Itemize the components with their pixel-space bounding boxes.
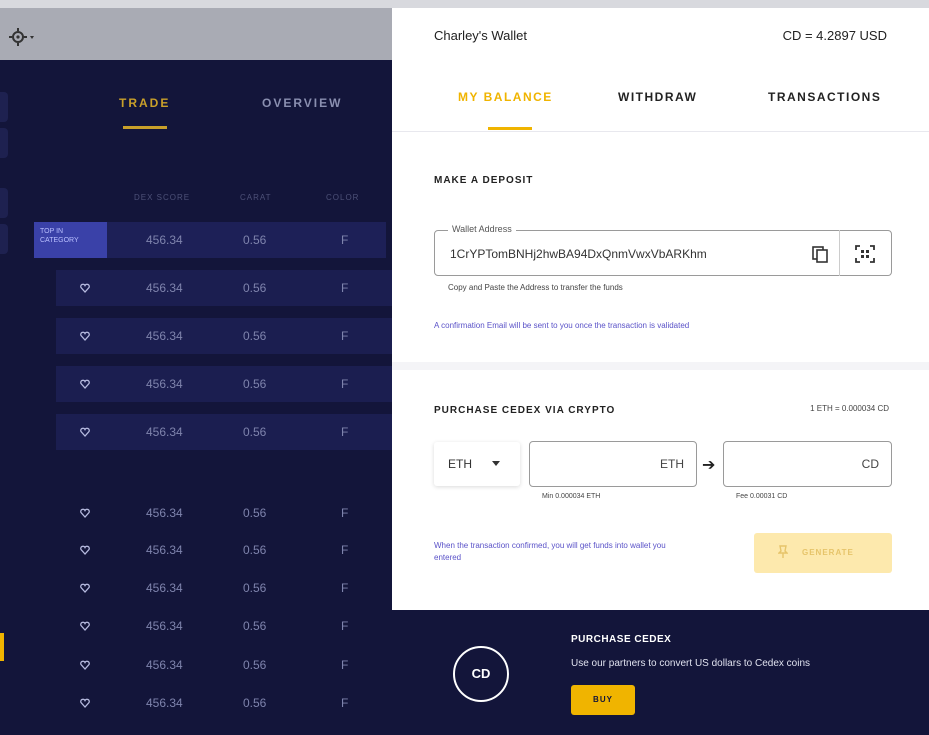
wallet-address-value[interactable]: 1CrYPTomBNHj2hwBA94DxQnmVwxVbARKhm [450,247,707,261]
dex-score-cell: 456.34 [146,696,183,710]
pin-icon [778,545,788,558]
currency-select[interactable]: ETH [434,442,520,486]
column-header-carat[interactable]: CARAT [240,193,272,202]
heart-icon[interactable] [80,283,90,293]
generate-label: GENERATE [802,548,854,557]
tab-overview[interactable]: OVERVIEW [262,96,342,110]
wallet-title: Charley's Wallet [434,28,528,43]
wallet-panel: Charley's Wallet CD = 4.2897 USD MY BALA… [392,8,929,610]
carat-cell: 0.56 [243,425,267,439]
gear-icon[interactable] [8,26,36,48]
heart-icon[interactable] [80,331,90,341]
cd-amount-input[interactable]: CD [723,441,892,487]
wallet-address-label: Wallet Address [448,224,516,234]
tab-transactions[interactable]: TRANSACTIONS [768,90,881,104]
color-cell: F [341,658,349,672]
carat-cell: 0.56 [243,281,267,295]
eth-unit-label: ETH [660,457,684,471]
qr-scan-icon[interactable] [854,244,876,264]
color-cell: F [341,619,349,633]
color-cell: F [341,233,349,247]
exchange-rate: CD = 4.2897 USD [782,28,887,43]
section-divider [392,362,929,370]
carat-cell: 0.56 [243,619,267,633]
column-header-dex-score[interactable]: DEX SCORE [134,193,190,202]
dex-score-cell: 456.34 [146,377,183,391]
side-tab-decoration [0,224,8,254]
cedex-logo: CD [453,646,509,702]
color-cell: F [341,377,349,391]
dex-score-cell: 456.34 [146,281,183,295]
tab-withdraw[interactable]: WITHDRAW [618,90,697,104]
carat-cell: 0.56 [243,658,267,672]
dex-score-cell: 456.34 [146,619,183,633]
color-cell: F [341,281,349,295]
field-divider [839,230,840,276]
email-notice: A confirmation Email will be sent to you… [434,321,690,330]
top-in-category-badge: TOP IN CATEGORY [34,222,107,258]
active-tab-indicator [488,127,532,130]
color-cell: F [341,329,349,343]
min-amount: Min 0.000034 ETH [542,493,601,500]
dex-score-cell: 456.34 [146,581,183,595]
dex-score-cell: 456.34 [146,658,183,672]
fee-amount: Fee 0.00031 CD [736,493,788,500]
carat-cell: 0.56 [243,233,267,247]
cd-unit-label: CD [861,457,879,471]
color-cell: F [341,696,349,710]
dex-score-cell: 456.34 [146,233,183,247]
color-cell: F [341,506,349,520]
eth-amount-input[interactable]: ETH [529,441,697,487]
confirmation-note: When the transaction confirmed, you will… [434,541,666,562]
color-cell: F [341,581,349,595]
promo-description: Use our partners to convert US dollars t… [571,658,810,669]
currency-select-value: ETH [448,457,472,471]
buy-button[interactable]: BUY [571,685,635,715]
carat-cell: 0.56 [243,377,267,391]
arrow-right-icon: ➔ [702,457,716,474]
carat-cell: 0.56 [243,696,267,710]
purchase-section-title: PURCHASE CEDEX VIA CRYPTO [434,405,616,416]
active-tab-indicator [123,126,167,129]
heart-icon[interactable] [80,698,90,708]
tab-my-balance[interactable]: MY BALANCE [458,90,553,104]
carat-cell: 0.56 [243,329,267,343]
dex-score-cell: 456.34 [146,329,183,343]
color-cell: F [341,543,349,557]
carat-cell: 0.56 [243,506,267,520]
copy-icon[interactable] [810,244,830,264]
color-cell: F [341,425,349,439]
tab-divider [392,131,929,132]
side-accent-marker [0,633,4,661]
conversion-rate: 1 ETH = 0.000034 CD [810,404,889,413]
dex-score-cell: 456.34 [146,543,183,557]
heart-icon[interactable] [80,545,90,555]
heart-icon[interactable] [80,508,90,518]
heart-icon[interactable] [80,660,90,670]
heart-icon[interactable] [80,379,90,389]
side-tab-decoration [0,128,8,158]
carat-cell: 0.56 [243,581,267,595]
carat-cell: 0.56 [243,543,267,557]
promo-title: PURCHASE CEDEX [571,634,672,645]
tab-trade[interactable]: TRADE [119,96,170,110]
heart-icon[interactable] [80,427,90,437]
dex-score-cell: 456.34 [146,506,183,520]
side-tab-decoration [0,188,8,218]
dex-score-cell: 456.34 [146,425,183,439]
deposit-section-title: MAKE A DEPOSIT [434,175,534,186]
heart-icon[interactable] [80,583,90,593]
side-tab-decoration [0,92,8,122]
caret-down-icon [492,461,500,466]
heart-icon[interactable] [80,621,90,631]
copy-hint: Copy and Paste the Address to transfer t… [448,283,623,292]
column-header-color[interactable]: COLOR [326,193,359,202]
generate-button[interactable]: GENERATE [754,533,892,573]
